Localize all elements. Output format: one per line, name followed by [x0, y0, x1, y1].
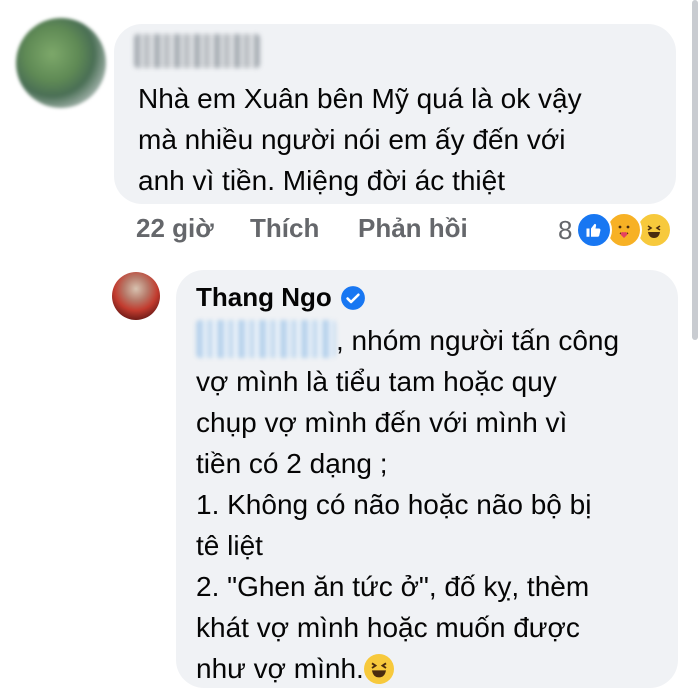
comment-timestamp[interactable]: 22 giờ: [136, 213, 214, 244]
reply-text-body: , nhóm người tấn công vợ mình là tiểu ta…: [196, 325, 620, 684]
comment-text: Nhà em Xuân bên Mỹ quá là ok vậy mà nhiề…: [138, 83, 582, 196]
reply-button[interactable]: Phản hồi: [358, 213, 468, 244]
like-icon: [576, 212, 613, 248]
reaction-count: 8: [558, 214, 573, 245]
blurred-mention[interactable]: [196, 320, 336, 358]
author-avatar[interactable]: [112, 272, 160, 320]
verified-badge-icon: [340, 285, 366, 311]
reaction-summary[interactable]: 8: [558, 210, 673, 250]
blurred-commenter-name[interactable]: [134, 34, 260, 68]
author-name-row[interactable]: Thang Ngo: [196, 282, 366, 313]
commenter-avatar[interactable]: [16, 18, 106, 108]
author-name[interactable]: Thang Ngo: [196, 282, 332, 313]
reply-text: , nhóm người tấn công vợ mình là tiểu ta…: [196, 320, 666, 689]
like-button[interactable]: Thích: [250, 213, 319, 244]
scrollbar[interactable]: [692, 0, 698, 340]
haha-icon: [363, 654, 394, 684]
